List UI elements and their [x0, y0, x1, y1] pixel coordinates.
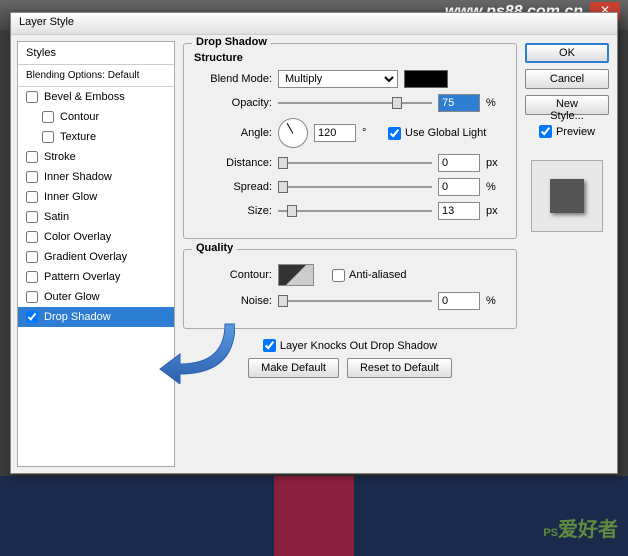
style-label: Inner Shadow: [44, 171, 112, 183]
layer-style-dialog: Layer Style Styles Blending Options: Def…: [10, 12, 618, 474]
contour-picker[interactable]: [278, 264, 314, 286]
noise-label: Noise:: [194, 295, 272, 307]
reset-default-button[interactable]: Reset to Default: [347, 358, 452, 378]
group-title: Drop Shadow: [192, 36, 271, 48]
style-checkbox[interactable]: [26, 151, 38, 163]
style-item-contour[interactable]: Contour: [18, 107, 174, 127]
noise-input[interactable]: [438, 292, 480, 310]
style-label: Pattern Overlay: [44, 271, 120, 283]
shadow-color-swatch[interactable]: [404, 70, 448, 88]
style-checkbox[interactable]: [26, 271, 38, 283]
make-default-button[interactable]: Make Default: [248, 358, 339, 378]
style-item-texture[interactable]: Texture: [18, 127, 174, 147]
style-item-outer-glow[interactable]: Outer Glow: [18, 287, 174, 307]
style-item-drop-shadow[interactable]: Drop Shadow: [18, 307, 174, 327]
preview-area: [525, 154, 609, 232]
style-item-satin[interactable]: Satin: [18, 207, 174, 227]
spread-label: Spread:: [194, 181, 272, 193]
global-light-label: Use Global Light: [405, 127, 486, 139]
cancel-button[interactable]: Cancel: [525, 69, 609, 89]
style-checkbox[interactable]: [26, 171, 38, 183]
size-unit: px: [486, 205, 506, 217]
style-label: Gradient Overlay: [44, 251, 127, 263]
style-checkbox[interactable]: [26, 251, 38, 263]
distance-label: Distance:: [194, 157, 272, 169]
style-item-bevel-emboss[interactable]: Bevel & Emboss: [18, 87, 174, 107]
global-light-checkbox[interactable]: Use Global Light: [388, 127, 486, 140]
blend-mode-select[interactable]: Multiply: [278, 70, 398, 88]
angle-label: Angle:: [194, 127, 272, 139]
quality-group: Quality Contour: Anti-aliased Noise: %: [183, 249, 517, 329]
style-item-color-overlay[interactable]: Color Overlay: [18, 227, 174, 247]
style-item-gradient-overlay[interactable]: Gradient Overlay: [18, 247, 174, 267]
style-label: Contour: [60, 111, 99, 123]
style-label: Stroke: [44, 151, 76, 163]
spread-slider[interactable]: [278, 179, 432, 195]
size-label: Size:: [194, 205, 272, 217]
style-checkbox[interactable]: [42, 131, 54, 143]
noise-unit: %: [486, 295, 506, 307]
watermark-bottom: PS爱好者: [543, 513, 618, 542]
style-label: Inner Glow: [44, 191, 97, 203]
antialiased-label: Anti-aliased: [349, 269, 406, 281]
preview-label: Preview: [556, 126, 595, 138]
structure-title: Structure: [194, 52, 506, 64]
style-checkbox[interactable]: [26, 91, 38, 103]
antialiased-checkbox[interactable]: Anti-aliased: [332, 269, 406, 282]
style-label: Color Overlay: [44, 231, 111, 243]
opacity-label: Opacity:: [194, 97, 272, 109]
spread-unit: %: [486, 181, 506, 193]
contour-label: Contour:: [194, 269, 272, 281]
styles-list: Styles Blending Options: Default Bevel &…: [17, 41, 175, 467]
distance-slider[interactable]: [278, 155, 432, 171]
opacity-slider[interactable]: [278, 95, 432, 111]
knockout-label: Layer Knocks Out Drop Shadow: [280, 340, 437, 352]
preview-checkbox[interactable]: Preview: [525, 125, 609, 138]
style-checkbox[interactable]: [26, 291, 38, 303]
quality-title: Quality: [192, 242, 237, 254]
ok-button[interactable]: OK: [525, 43, 609, 63]
angle-input[interactable]: [314, 124, 356, 142]
size-input[interactable]: [438, 202, 480, 220]
size-slider[interactable]: [278, 203, 432, 219]
style-label: Bevel & Emboss: [44, 91, 125, 103]
angle-unit: °: [362, 127, 382, 139]
style-item-pattern-overlay[interactable]: Pattern Overlay: [18, 267, 174, 287]
style-checkbox[interactable]: [26, 191, 38, 203]
distance-input[interactable]: [438, 154, 480, 172]
angle-dial[interactable]: [278, 118, 308, 148]
style-item-stroke[interactable]: Stroke: [18, 147, 174, 167]
style-label: Drop Shadow: [44, 311, 111, 323]
styles-header[interactable]: Styles: [18, 42, 174, 65]
style-item-inner-shadow[interactable]: Inner Shadow: [18, 167, 174, 187]
drop-shadow-group: Drop Shadow Structure Blend Mode: Multip…: [183, 43, 517, 239]
opacity-unit: %: [486, 97, 506, 109]
distance-unit: px: [486, 157, 506, 169]
style-checkbox[interactable]: [26, 211, 38, 223]
style-label: Outer Glow: [44, 291, 100, 303]
new-style-button[interactable]: New Style...: [525, 95, 609, 115]
opacity-input[interactable]: [438, 94, 480, 112]
style-item-inner-glow[interactable]: Inner Glow: [18, 187, 174, 207]
blend-mode-label: Blend Mode:: [194, 73, 272, 85]
style-checkbox[interactable]: [42, 111, 54, 123]
style-checkbox[interactable]: [26, 311, 38, 323]
style-label: Texture: [60, 131, 96, 143]
blending-options[interactable]: Blending Options: Default: [18, 65, 174, 87]
style-checkbox[interactable]: [26, 231, 38, 243]
dialog-title: Layer Style: [11, 13, 617, 35]
style-label: Satin: [44, 211, 69, 223]
knockout-checkbox[interactable]: Layer Knocks Out Drop Shadow: [263, 339, 437, 352]
noise-slider[interactable]: [278, 293, 432, 309]
spread-input[interactable]: [438, 178, 480, 196]
